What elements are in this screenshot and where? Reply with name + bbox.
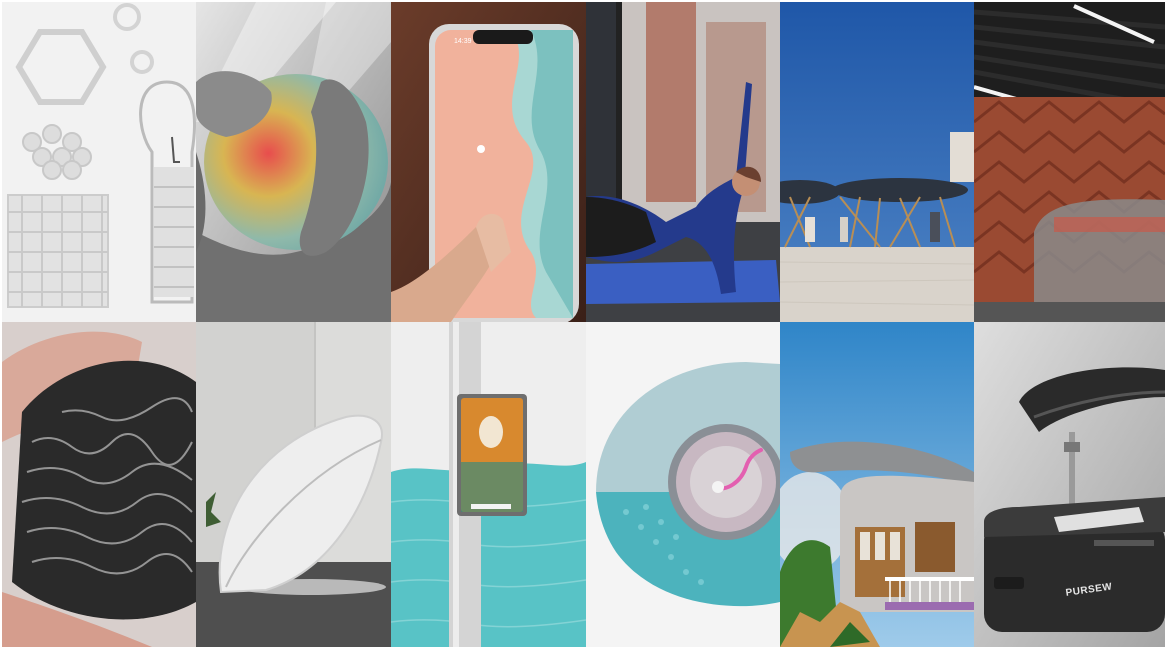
- subway-illustration: [974, 2, 1165, 322]
- canopy-illustration: [780, 2, 974, 322]
- tile-woman-doing-yoga: [586, 2, 780, 322]
- house-illustration: [780, 322, 974, 647]
- water-sensor-illustration: [391, 322, 586, 647]
- pod-chair-illustration: [196, 322, 391, 647]
- hand-ball-illustration: [196, 2, 391, 322]
- tile-spiral-glass-device: [586, 322, 780, 647]
- tile-dark-textured-material: [2, 322, 196, 647]
- smartphone-illustration: [391, 2, 586, 322]
- tile-hand-squeezing-ball: [196, 2, 391, 322]
- tile-canopy-structures-desert: [780, 2, 974, 322]
- tile-curved-roof-house: [780, 322, 974, 647]
- tile-white-lattice-objects: [2, 2, 196, 322]
- spiral-device-illustration: [586, 322, 780, 647]
- phone-clock: 14:39: [454, 38, 472, 45]
- image-collage-grid: 14:39 PURSEW: [2, 2, 1165, 647]
- yoga-illustration: [586, 2, 780, 322]
- tile-hand-holding-smartphone: 14:39: [391, 2, 586, 322]
- tile-pole-water-sensor: [391, 322, 586, 647]
- white-lattice-illustration: [2, 2, 196, 322]
- tile-shell-pod-chair: [196, 322, 391, 647]
- tile-sewing-machine: PURSEW: [974, 322, 1165, 647]
- tile-brick-wall-subway: [974, 2, 1165, 322]
- textured-material-illustration: [2, 322, 196, 647]
